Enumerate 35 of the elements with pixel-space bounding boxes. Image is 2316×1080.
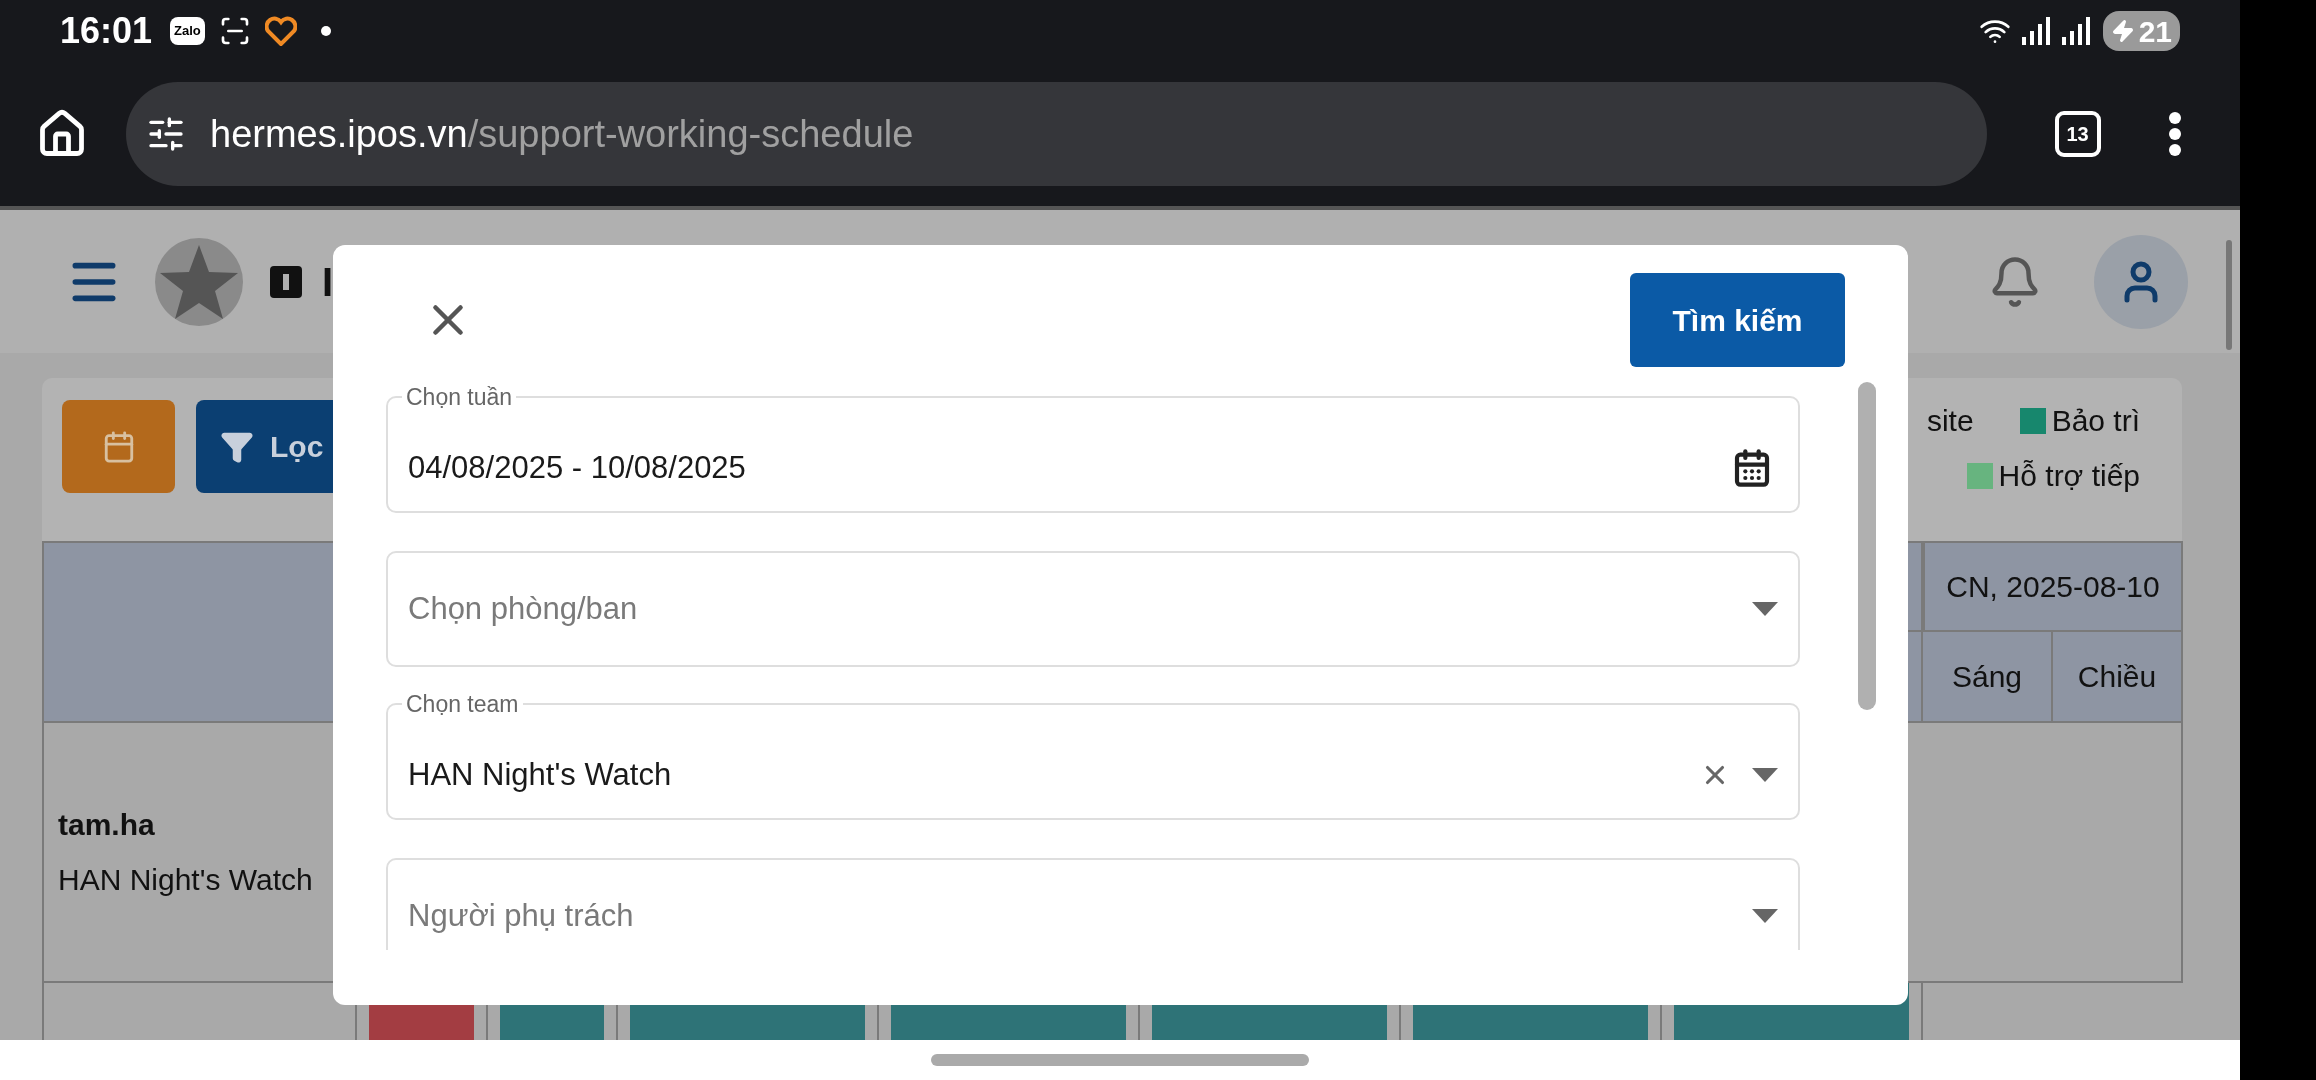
- field-value: HAN Night's Watch: [408, 755, 673, 794]
- field-label: Chọn team: [405, 690, 520, 719]
- signal-icon: [2060, 17, 2091, 45]
- legend-label: Hỗ trợ tiếp: [1998, 458, 2140, 494]
- legend-label: Bảo trì: [2051, 403, 2140, 439]
- day-header: CN, 2025-08-10: [1923, 541, 2183, 630]
- heart-icon: [264, 16, 297, 46]
- page-title: I: [322, 258, 334, 306]
- status-time: 16:01: [60, 9, 153, 53]
- select-field[interactable]: Người phụ trách: [386, 858, 1800, 950]
- legend-label: site: [1926, 403, 1974, 439]
- field-placeholder: Người phụ trách: [408, 896, 635, 935]
- dropdown-caret-icon[interactable]: [1752, 602, 1778, 616]
- shift-header: Sáng: [1923, 630, 2053, 723]
- url-text: hermes.ipos.vn/support-working-schedule: [210, 111, 914, 157]
- battery-indicator: 21: [2102, 11, 2180, 51]
- field-value: 04/08/2025 - 10/08/2025: [408, 448, 747, 487]
- notification-app-icon: Zalo: [170, 17, 205, 45]
- field-placeholder: Chọn phòng/ban: [408, 589, 639, 628]
- star-logo-icon: [154, 236, 244, 327]
- more-options-icon[interactable]: [2168, 112, 2182, 156]
- calendar-icon[interactable]: [1732, 448, 1772, 488]
- site-settings-icon[interactable]: [146, 114, 186, 154]
- shift-header: Chiều: [2053, 630, 2183, 723]
- url-bar[interactable]: hermes.ipos.vn/support-working-schedule: [126, 82, 1987, 186]
- select-field[interactable]: Chọn phòng/ban: [386, 551, 1800, 667]
- search-button[interactable]: Tìm kiếm: [1630, 273, 1845, 367]
- tab-count-button[interactable]: 13: [2054, 111, 2101, 157]
- field-label: Chọn tuần: [405, 383, 514, 412]
- team-name: HAN Night's Watch: [58, 862, 314, 898]
- info-icon: [270, 265, 302, 298]
- dropdown-caret-icon[interactable]: [1752, 768, 1778, 782]
- signal-icon: [2020, 17, 2051, 45]
- user-name: tam.ha: [58, 807, 156, 843]
- dropdown-caret-icon[interactable]: [1752, 909, 1778, 923]
